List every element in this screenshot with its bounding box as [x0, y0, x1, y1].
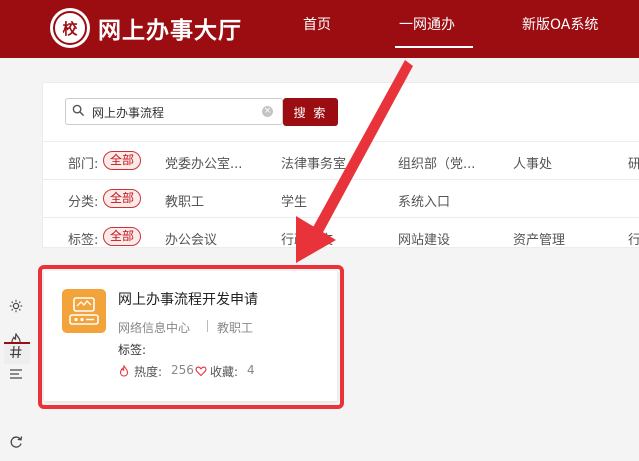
sun-icon[interactable]: [8, 298, 24, 314]
filter-option[interactable]: 党委办公室...: [165, 153, 257, 172]
search-input[interactable]: [92, 102, 252, 122]
filter-option[interactable]: 研: [628, 153, 639, 172]
filter-panel: × 搜 索 部门: 全部 党委办公室... 法律事务室 组织部（党... 人事处…: [42, 82, 639, 248]
filter-row-department: 部门: 全部 党委办公室... 法律事务室 组织部（党... 人事处 研: [43, 141, 639, 179]
filter-option[interactable]: 教职工: [165, 191, 204, 210]
search-box[interactable]: ×: [65, 98, 283, 125]
logo-emblem: 校: [53, 11, 87, 45]
filter-option[interactable]: 行: [628, 229, 639, 248]
nav-home[interactable]: 首页: [303, 14, 331, 34]
filter-option[interactable]: 资产管理: [513, 229, 565, 248]
clear-icon[interactable]: ×: [262, 106, 273, 117]
filter-label-category: 分类:: [68, 195, 99, 210]
filter-all-tag[interactable]: 全部: [103, 227, 142, 246]
search-icon: [72, 104, 85, 117]
filter-row-category: 分类: 全部 教职工 学生 系统入口: [43, 179, 639, 217]
university-logo[interactable]: 校: [50, 8, 90, 48]
top-header: 校 网上办事大厅 首页 一网通办 新版OA系统: [0, 0, 639, 58]
filter-row-tag: 标签: 全部 办公会议 行政发文 网站建设 资产管理 行: [43, 217, 639, 255]
site-title[interactable]: 网上办事大厅: [98, 11, 242, 45]
nav-new-oa[interactable]: 新版OA系统: [522, 14, 598, 34]
filter-option[interactable]: 系统入口: [398, 191, 450, 210]
filter-option[interactable]: 组织部（党...: [398, 153, 488, 172]
annotation-highlight-box: [38, 265, 344, 409]
nav-one-stop[interactable]: 一网通办: [399, 14, 455, 34]
filter-option[interactable]: 办公会议: [165, 229, 217, 248]
filter-label-department: 部门:: [68, 157, 99, 172]
list-icon[interactable]: [8, 366, 24, 382]
refresh-icon[interactable]: [8, 434, 24, 450]
filter-option[interactable]: 学生: [281, 191, 307, 210]
filter-option[interactable]: 网站建设: [398, 229, 450, 248]
filter-all-department[interactable]: 全部: [103, 151, 142, 170]
search-button[interactable]: 搜 索: [283, 98, 338, 126]
filter-all-category[interactable]: 全部: [103, 189, 142, 208]
filter-option[interactable]: 行政发文: [281, 229, 333, 248]
hash-icon[interactable]: [8, 344, 24, 360]
filter-option[interactable]: 人事处: [513, 153, 573, 172]
filter-label-tag: 标签:: [68, 233, 99, 248]
nav-active-underline: [395, 46, 473, 48]
filter-option[interactable]: 法律事务室: [281, 153, 361, 172]
